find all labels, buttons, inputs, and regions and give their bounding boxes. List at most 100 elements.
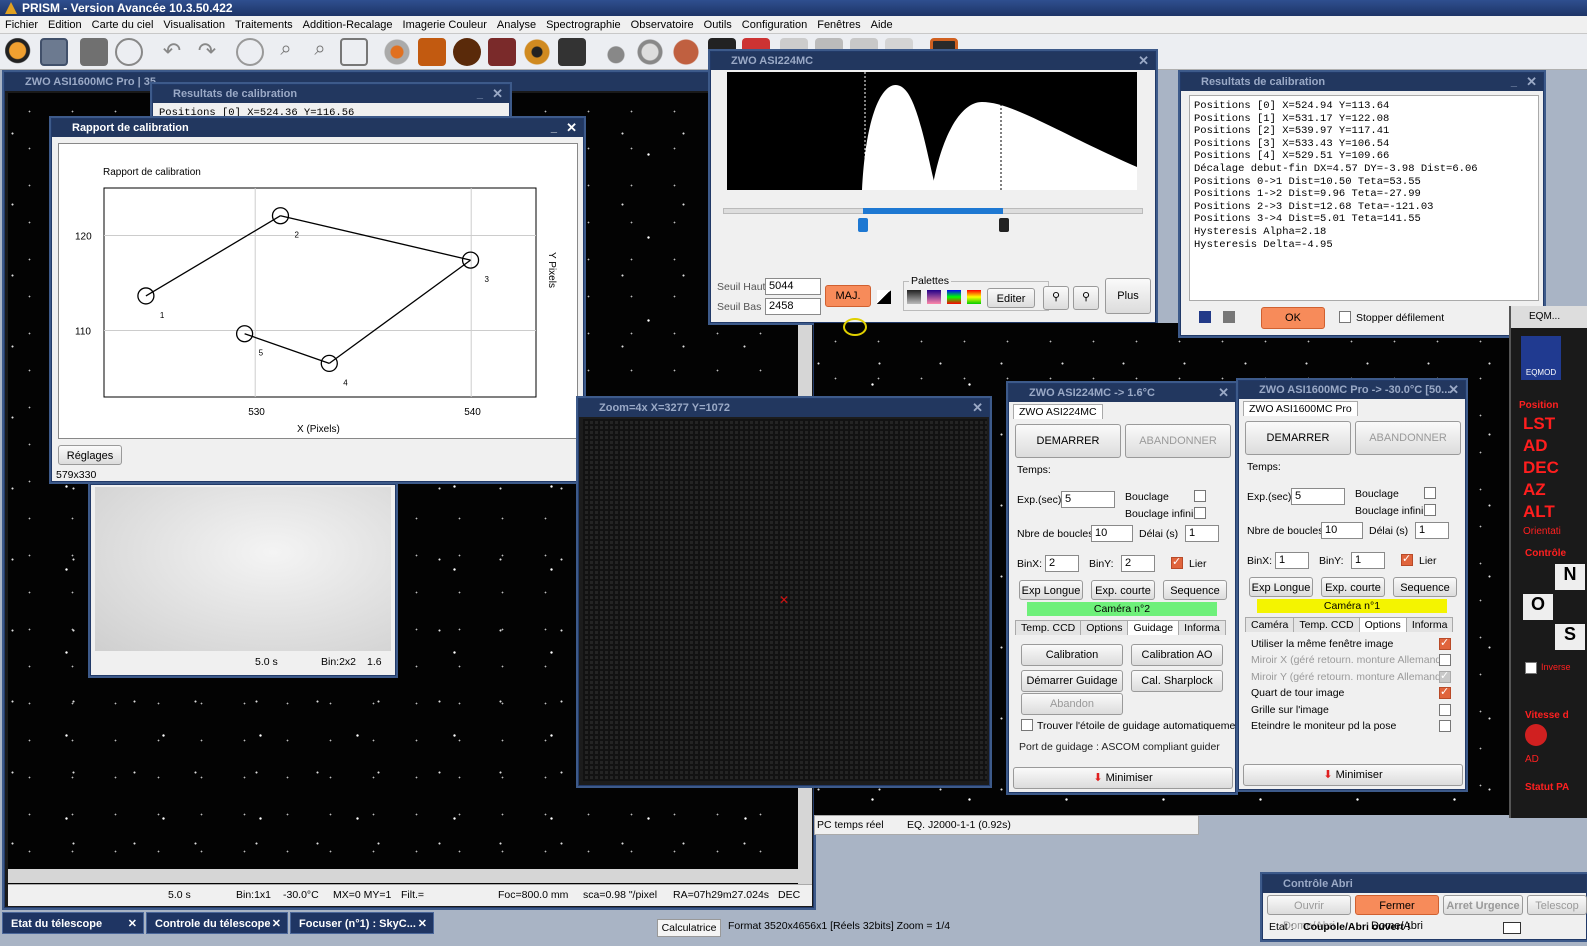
zoom-in-icon[interactable]: ⌕	[306, 38, 334, 66]
camera-tab[interactable]: Options	[1358, 617, 1407, 632]
menu-item[interactable]: Edition	[43, 16, 87, 34]
camera1-bouclage-checkbox[interactable]	[1194, 490, 1206, 502]
camera1-cal-sharplock-button[interactable]: Cal. Sharplock	[1131, 670, 1223, 692]
camera2-delai-input[interactable]: 1	[1415, 522, 1449, 539]
gradient-icon[interactable]	[877, 290, 891, 304]
sphere-icon[interactable]	[636, 38, 664, 66]
camera1-lier-checkbox[interactable]	[1171, 555, 1183, 569]
camera1-find-star-checkbox[interactable]	[1021, 719, 1033, 731]
camera-tab[interactable]: Caméra	[1245, 617, 1295, 632]
camera-option-checkbox[interactable]	[1439, 685, 1451, 700]
eqmod-stop-icon[interactable]	[1525, 724, 1547, 746]
editer-button[interactable]: Editer	[987, 288, 1035, 308]
camera1-abort-button[interactable]: ABANDONNER	[1125, 424, 1231, 458]
camera1-abandon-button[interactable]: Abandon	[1021, 693, 1123, 715]
info-icon[interactable]	[115, 38, 143, 66]
camera1-calibration-button[interactable]: Calibration	[1021, 644, 1123, 666]
tool-icon[interactable]	[672, 38, 700, 66]
moon-icon[interactable]	[236, 38, 264, 66]
taskbar-telescope-control[interactable]: Controle du télescope ✕	[146, 912, 288, 934]
camera1-exp-longue-button[interactable]: Exp Longue	[1019, 580, 1083, 600]
menu-item[interactable]: Carte du ciel	[87, 16, 159, 34]
camera2-sequence-button[interactable]: Sequence	[1393, 577, 1457, 597]
menu-item[interactable]: Analyse	[492, 16, 541, 34]
camera1-tab[interactable]: ZWO ASI224MC	[1013, 404, 1103, 419]
camera-tab[interactable]: Options	[1080, 620, 1129, 635]
menu-item[interactable]: Aide	[866, 16, 898, 34]
gear-icon[interactable]	[383, 38, 411, 66]
eqmod-inverse-checkbox[interactable]	[1525, 662, 1537, 674]
menu-item[interactable]: Fenêtres	[812, 16, 865, 34]
emergency-stop-button[interactable]: Arret Urgence	[1443, 895, 1523, 915]
menu-item[interactable]: Imagerie Couleur	[398, 16, 492, 34]
camera2-nb-input[interactable]: 10	[1321, 522, 1363, 539]
save-icon[interactable]	[40, 38, 68, 66]
camera-tab[interactable]: Guidage	[1127, 620, 1180, 635]
camera1-nb-input[interactable]: 10	[1091, 525, 1133, 542]
camera1-binx-input[interactable]: 2	[1045, 555, 1079, 572]
menu-item[interactable]: Outils	[699, 16, 737, 34]
palette-spectrum-icon[interactable]	[967, 290, 981, 304]
undo-icon[interactable]: ↶	[158, 38, 186, 66]
palette-purple-icon[interactable]	[927, 290, 941, 304]
camera2-exp-courte-button[interactable]: Exp. courte	[1321, 577, 1385, 597]
menu-item[interactable]: Observatoire	[626, 16, 699, 34]
menu-item[interactable]: Fichier	[0, 16, 43, 34]
camera1-calibration-ao-button[interactable]: Calibration AO	[1131, 644, 1223, 666]
menu-item[interactable]: Visualisation	[158, 16, 230, 34]
camera2-exp-input[interactable]: 5	[1291, 488, 1345, 505]
thumbnail-image[interactable]	[95, 487, 391, 651]
filter-wheel-icon[interactable]	[523, 38, 551, 66]
camera-2-icon[interactable]	[453, 38, 481, 66]
telescope-button[interactable]: Telescop	[1527, 895, 1587, 915]
camera2-lier-checkbox[interactable]	[1401, 552, 1413, 566]
camera1-minimize-button[interactable]: ⬇ Minimiser	[1013, 767, 1233, 789]
camera2-exp-longue-button[interactable]: Exp Longue	[1249, 577, 1313, 597]
camera2-tabs[interactable]: Caméra Temp. CCD Options Informa	[1245, 617, 1454, 632]
camera1-biny-input[interactable]: 2	[1121, 555, 1155, 572]
camera-option-checkbox[interactable]	[1439, 669, 1451, 683]
settings-button[interactable]: Réglages	[58, 445, 122, 465]
camera2-start-button[interactable]: DEMARRER	[1245, 421, 1351, 455]
camera2-binx-input[interactable]: 1	[1275, 552, 1309, 569]
redo-icon[interactable]: ↷	[193, 38, 221, 66]
camera-option-checkbox[interactable]	[1439, 654, 1451, 667]
camera2-tab[interactable]: ZWO ASI1600MC Pro	[1243, 401, 1358, 416]
camera1-exp-courte-button[interactable]: Exp. courte	[1091, 580, 1155, 600]
picker-1-icon[interactable]: ⚲	[1043, 286, 1069, 310]
camera-tab[interactable]: Informa	[1178, 620, 1226, 635]
camera-tab[interactable]: Temp. CCD	[1293, 617, 1360, 632]
camera2-biny-input[interactable]: 1	[1351, 552, 1385, 569]
camera-option-checkbox[interactable]	[1439, 720, 1451, 732]
seuil-haut-input[interactable]: 5044	[765, 278, 821, 295]
camera2-bouclage-checkbox[interactable]	[1424, 487, 1436, 499]
eqmod-north-button[interactable]: N	[1555, 564, 1585, 590]
camera-icon[interactable]	[80, 38, 108, 66]
taskbar-focuser[interactable]: Focuser (n°1) : SkyC... ✕	[290, 912, 434, 934]
calculator-button[interactable]: Calculatrice	[657, 919, 721, 937]
camera1-bouclage-infini-checkbox[interactable]	[1194, 507, 1206, 519]
horizontal-scrollbar[interactable]	[8, 869, 798, 883]
menu-item[interactable]: Spectrographie	[541, 16, 626, 34]
menu-item[interactable]: Addition-Recalage	[298, 16, 398, 34]
camera2-abort-button[interactable]: ABANDONNER	[1355, 421, 1461, 455]
open-dome-button[interactable]: Ouvrir Dome/Abri	[1267, 895, 1351, 932]
high-threshold-handle[interactable]	[999, 218, 1009, 232]
camera1-start-guiding-button[interactable]: Démarrer Guidage	[1021, 670, 1123, 692]
eqmod-west-button[interactable]: O	[1523, 594, 1553, 620]
copy-results-icon[interactable]	[1223, 311, 1235, 323]
palette-gray-icon[interactable]	[907, 290, 921, 304]
camera1-delai-input[interactable]: 1	[1185, 525, 1219, 542]
stop-scroll-checkbox[interactable]	[1339, 311, 1351, 323]
camera-3-icon[interactable]	[488, 38, 516, 66]
open-icon[interactable]	[5, 38, 33, 66]
taskbar-telescope-state[interactable]: Etat du télescope ✕	[2, 912, 144, 934]
drop-icon[interactable]	[602, 38, 630, 66]
camera-option-checkbox[interactable]	[1439, 703, 1451, 716]
camera1-exp-input[interactable]: 5	[1061, 491, 1115, 508]
camera-tab[interactable]: Temp. CCD	[1015, 620, 1082, 635]
ok-button[interactable]: OK	[1261, 307, 1325, 329]
camera1-start-button[interactable]: DEMARRER	[1015, 424, 1121, 458]
palette-rainbow-icon[interactable]	[947, 290, 961, 304]
camera-option-checkbox[interactable]	[1439, 636, 1451, 650]
